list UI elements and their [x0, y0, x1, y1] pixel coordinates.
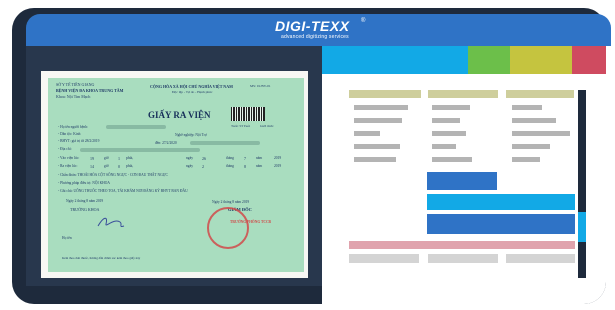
doc-gender: Giới tính: — [260, 124, 274, 128]
doc-discharge-year-label: năm — [256, 164, 263, 168]
doc-discharge-year: 2019 — [274, 164, 282, 168]
brand-logo: DIGI-TEXX ® advanced digitizing services — [275, 18, 365, 42]
field-bottom-1[interactable] — [349, 254, 419, 263]
doc-country-line2: Độc lập - Tự do - Hạnh phúc — [172, 90, 213, 94]
doc-insurance-to: đến: 27/2/2020 — [155, 141, 177, 145]
action-block-2[interactable] — [427, 194, 575, 210]
panel-tab-red[interactable] — [572, 46, 606, 74]
doc-discharge-day: 2 — [202, 164, 204, 169]
doc-note: - Ghi chú: UỐNG THUỐC THEO TOA, TÁI KHÁM… — [58, 189, 188, 193]
panel-tab-olive[interactable] — [510, 46, 572, 74]
doc-dept: Khoa: Nội Tim Mạch — [56, 94, 91, 99]
doc-admit-month-label: tháng — [226, 156, 234, 160]
action-block-3[interactable] — [427, 214, 575, 234]
doc-discharge-min: 0 — [118, 164, 120, 169]
scrollbar-track[interactable] — [578, 90, 586, 278]
brand-name: DIGI-TEXX — [275, 18, 350, 34]
brand-tagline: advanced digitizing services — [281, 34, 349, 40]
doc-discharge-day-label: ngày — [186, 164, 193, 168]
field-r5c3[interactable] — [512, 157, 540, 162]
field-bottom-3[interactable] — [506, 254, 575, 263]
doc-insurance: - BHYT: giá trị từ 28/2/2019 — [58, 139, 100, 143]
section-divider — [349, 241, 575, 249]
doc-ethnicity: - Dân tộc: Kinh — [58, 132, 81, 136]
doc-admit-label: - Vào viện lúc: — [58, 156, 80, 160]
doc-stamp-text: TRƯỞNG PHÒNG TCCB — [230, 220, 271, 224]
panel-tab-green[interactable] — [468, 46, 510, 74]
action-block-1[interactable] — [427, 172, 497, 190]
doc-admit-hour-unit: giờ — [104, 156, 109, 160]
doc-treatment: - Phương pháp điều trị: NỘI KHOA — [58, 181, 110, 185]
field-r3c3[interactable] — [512, 131, 570, 136]
field-r2c3[interactable] — [512, 118, 556, 123]
doc-admit-year: 2019 — [274, 156, 282, 160]
field-r3c1[interactable] — [354, 131, 380, 136]
field-r1c1[interactable] — [354, 105, 408, 110]
doc-country-line1: CỘNG HÒA XÃ HỘI CHỦ NGHĨA VIỆT NAM — [150, 84, 233, 89]
doc-discharge-month-label: tháng — [226, 164, 234, 168]
panel-tab-cyan[interactable] — [322, 46, 468, 74]
doc-admit-year-label: năm — [256, 156, 263, 160]
redacted-name — [106, 125, 166, 129]
doc-admit-day: 26 — [202, 156, 206, 161]
scrollbar-thumb[interactable] — [578, 212, 586, 242]
doc-admit-min-unit: phút, — [126, 156, 134, 160]
redacted-insurance-no — [190, 141, 260, 145]
doc-discharge-hour: 14 — [90, 164, 94, 169]
doc-admit-min: 1 — [118, 156, 120, 161]
doc-form-no: MS: 01/BV-01 — [250, 84, 271, 88]
doc-admit-day-label: ngày — [186, 156, 193, 160]
doc-discharge-label: - Ra viện lúc: — [58, 164, 78, 168]
doc-discharge-hour-unit: giờ — [104, 164, 109, 168]
field-r4c2[interactable] — [432, 144, 456, 149]
barcode — [231, 107, 265, 121]
column-header-1 — [349, 90, 421, 98]
doc-signer-label: Họ tên — [62, 236, 72, 240]
doc-org-line2: BỆNH VIỆN ĐA KHOA TRUNG TÂM — [56, 88, 124, 93]
field-r5c2[interactable] — [432, 157, 472, 162]
doc-patient-label: - Họ tên người bệnh: — [58, 125, 88, 129]
doc-discharge-month: 8 — [244, 164, 246, 169]
registered-mark: ® — [361, 18, 366, 24]
signature-icon — [97, 217, 125, 227]
field-r4c1[interactable] — [354, 144, 400, 149]
doc-org-line1: SỞ Y TẾ TIỀN GIANG — [56, 82, 95, 87]
doc-footer: Kèm theo đơn thuốc, hướng dẫn chăm sóc k… — [62, 256, 141, 260]
field-r5c1[interactable] — [354, 157, 396, 162]
field-r3c2[interactable] — [432, 131, 466, 136]
field-r1c2[interactable] — [432, 105, 470, 110]
doc-date-left: Ngày 2 tháng 8 năm 2019 — [66, 199, 104, 203]
redacted-address — [80, 148, 200, 152]
doc-admit-month: 7 — [244, 156, 246, 161]
doc-address-label: - Địa chỉ: — [58, 147, 72, 151]
doc-date-right: Ngày 2 tháng 8 năm 2019 — [212, 200, 250, 204]
field-r2c2[interactable] — [432, 118, 460, 123]
doc-occupation: Nghề nghiệp: Nội Trợ — [175, 133, 207, 137]
field-r1c3[interactable] — [512, 105, 542, 110]
doc-admit-hour: 19 — [90, 156, 94, 161]
column-header-3 — [506, 90, 574, 98]
doc-diagnosis: - Chẩn đoán: THOÁI HÓA CỘT SỐNG NGỰC - C… — [58, 173, 168, 177]
doc-head-dept: TRƯỞNG KHOA — [70, 207, 100, 212]
column-header-2 — [428, 90, 498, 98]
doc-age: Tuổi: 53 Tuổi — [231, 124, 251, 128]
doc-title: GIẤY RA VIỆN — [148, 110, 211, 120]
field-r4c3[interactable] — [512, 144, 550, 149]
official-stamp — [207, 207, 249, 249]
doc-discharge-min-unit: phút, — [126, 164, 134, 168]
field-bottom-2[interactable] — [428, 254, 498, 263]
field-r2c1[interactable] — [354, 118, 402, 123]
